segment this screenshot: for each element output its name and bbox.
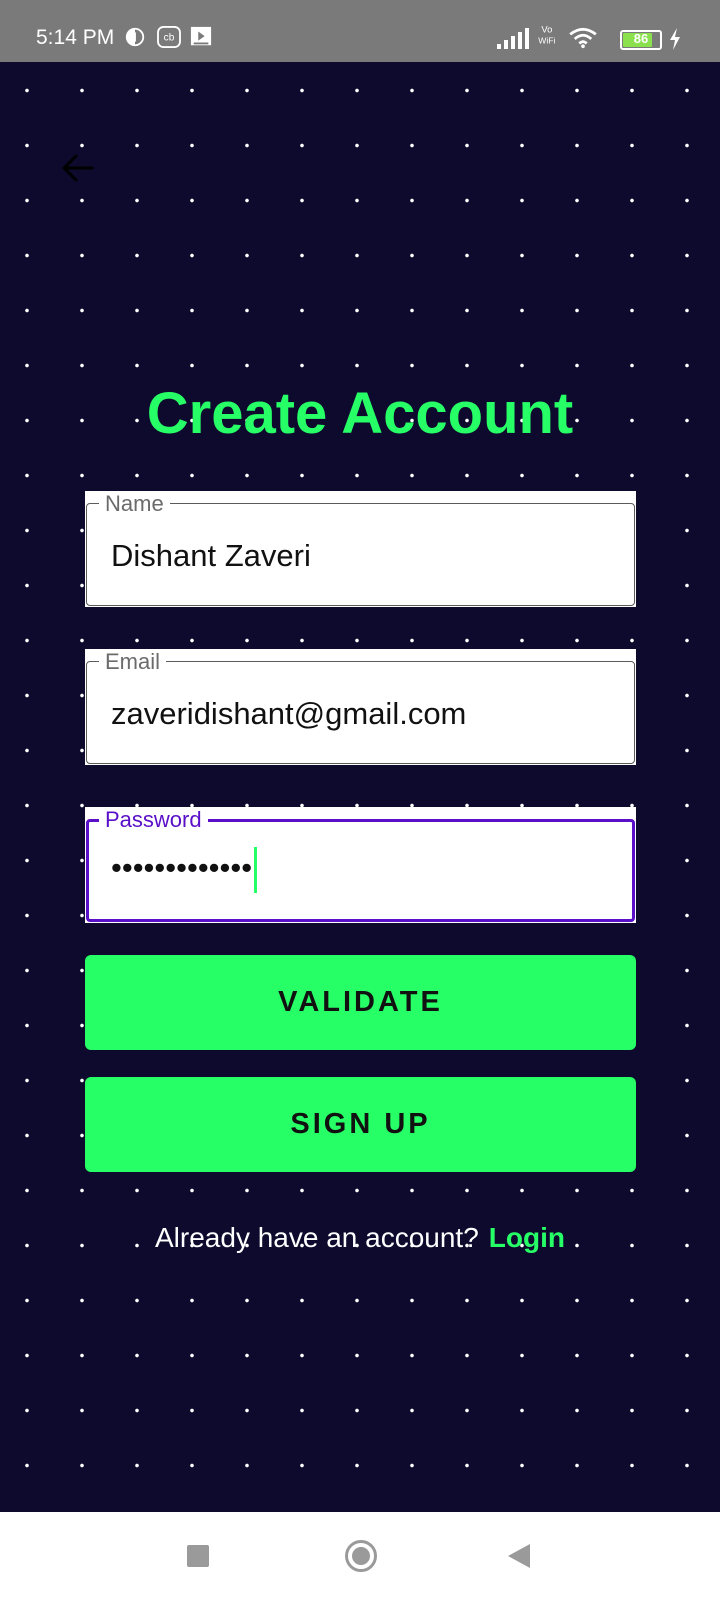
wifi-icon bbox=[569, 27, 597, 49]
password-field-label: Password bbox=[99, 807, 208, 833]
vowifi-icon: Vo WiFi bbox=[538, 24, 555, 46]
name-field[interactable]: Name Dishant Zaveri bbox=[85, 491, 636, 607]
cb-icon: cb bbox=[157, 26, 181, 48]
validate-button[interactable]: VALIDATE bbox=[85, 955, 636, 1050]
status-time: 5:14 PM bbox=[36, 26, 115, 49]
media-icon bbox=[190, 26, 212, 46]
login-prompt-text: Already have an account? bbox=[155, 1222, 479, 1253]
home-icon[interactable] bbox=[345, 1540, 377, 1572]
name-field-value: Dishant Zaveri bbox=[111, 538, 311, 573]
email-field-label: Email bbox=[99, 649, 167, 675]
page-title: Create Account bbox=[146, 381, 574, 446]
svg-text:WiFi: WiFi bbox=[538, 36, 555, 46]
sign-up-button[interactable]: SIGN UP bbox=[85, 1077, 636, 1172]
password-field[interactable]: Password ••••••••••••• bbox=[85, 807, 636, 923]
name-field-label: Name bbox=[99, 491, 170, 517]
text-cursor bbox=[254, 847, 258, 893]
recents-icon[interactable] bbox=[187, 1545, 209, 1567]
system-nav-bar bbox=[0, 1512, 720, 1600]
password-dots: ••••••••••••• bbox=[111, 850, 253, 886]
back-arrow-icon[interactable] bbox=[58, 148, 98, 188]
login-prompt: Already have an account? Login bbox=[0, 1222, 720, 1254]
email-field[interactable]: Email zaveridishant@gmail.com bbox=[85, 649, 636, 765]
login-link[interactable]: Login bbox=[489, 1222, 565, 1253]
status-bar: 5:14 PM cb Vo WiFi 86 bbox=[0, 0, 720, 62]
create-account-screen: Create Account Name Dishant Zaveri Email… bbox=[0, 62, 720, 1512]
signal-icon bbox=[497, 28, 529, 49]
battery-icon: 86 bbox=[620, 30, 662, 50]
back-icon[interactable] bbox=[508, 1544, 530, 1568]
password-field-value: ••••••••••••• bbox=[111, 847, 258, 893]
email-field-value: zaveridishant@gmail.com bbox=[111, 696, 467, 731]
svg-text:Vo: Vo bbox=[541, 24, 552, 35]
svg-text:cb: cb bbox=[164, 33, 175, 44]
notification-icon bbox=[125, 27, 145, 47]
battery-level: 86 bbox=[633, 31, 649, 46]
charging-icon bbox=[670, 28, 680, 50]
